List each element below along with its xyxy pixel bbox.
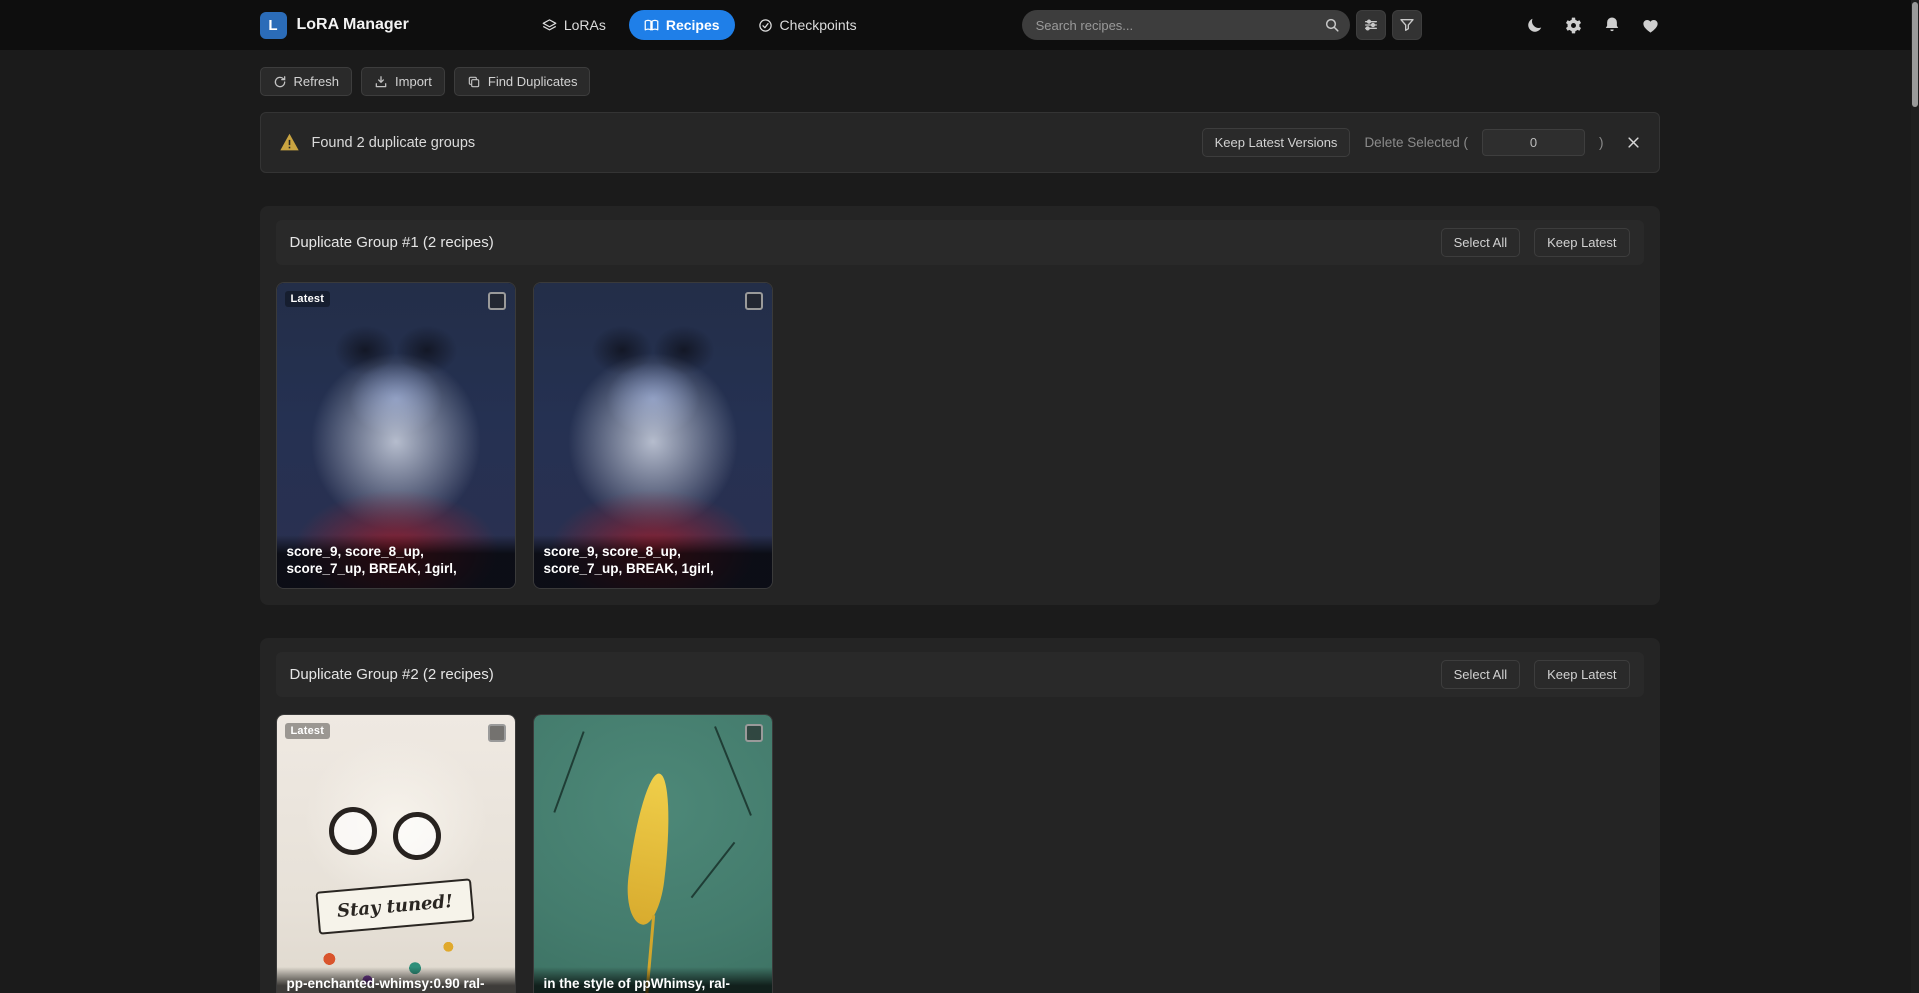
keep-latest-button[interactable]: Keep Latest [1534, 660, 1629, 689]
sort-options-button[interactable] [1356, 10, 1386, 40]
group-title: Duplicate Group #1 (2 recipes) [290, 234, 494, 251]
tab-label: Recipes [666, 17, 720, 33]
twig-shape [553, 731, 584, 812]
duplicates-banner: Found 2 duplicate groups Keep Latest Ver… [260, 112, 1660, 173]
tab-loras[interactable]: LoRAs [527, 10, 621, 40]
recipe-card[interactable]: score_9, score_8_up, score_7_up, BREAK, … [533, 282, 773, 589]
refresh-label: Refresh [294, 74, 340, 89]
group-title: Duplicate Group #2 (2 recipes) [290, 666, 494, 683]
favorites-button[interactable] [1641, 16, 1660, 35]
funnel-icon [1399, 17, 1415, 33]
recipe-preview-image [534, 715, 772, 993]
search-box [1022, 10, 1350, 40]
settings-button[interactable] [1564, 16, 1583, 35]
keep-latest-versions-button[interactable]: Keep Latest Versions [1202, 128, 1351, 157]
nav-actions [1525, 16, 1660, 35]
duplicate-group-1: Duplicate Group #1 (2 recipes) Select Al… [260, 206, 1660, 605]
gear-icon [1564, 16, 1583, 35]
select-all-button[interactable]: Select All [1441, 228, 1520, 257]
feather-shape [622, 771, 676, 926]
select-all-button[interactable]: Select All [1441, 660, 1520, 689]
latest-badge: Latest [285, 723, 331, 739]
sliders-icon [1363, 17, 1379, 33]
close-icon [1626, 135, 1641, 150]
latest-badge: Latest [285, 291, 331, 307]
banner-message: Found 2 duplicate groups [312, 135, 476, 151]
check-circle-icon [758, 18, 773, 33]
filter-button[interactable] [1392, 10, 1422, 40]
recipe-card[interactable]: in the style of ppWhimsy, ral-frctlgmtry… [533, 714, 773, 993]
book-icon [644, 18, 659, 33]
delete-selected-prefix: Delete Selected ( [1364, 135, 1468, 150]
tab-checkpoints[interactable]: Checkpoints [743, 10, 872, 40]
delete-selected-suffix: ) [1599, 135, 1604, 150]
copy-icon [467, 75, 481, 89]
import-icon [374, 75, 388, 89]
nav-tabs: LoRAs Recipes Checkpoints [527, 10, 872, 40]
tab-label: LoRAs [564, 17, 606, 33]
group-header: Duplicate Group #2 (2 recipes) Select Al… [276, 652, 1644, 697]
scrollbar[interactable] [1911, 0, 1919, 993]
recipe-caption: score_9, score_8_up, score_7_up, BREAK, … [277, 535, 515, 588]
toolbar: Refresh Import Find Duplicates [260, 67, 1660, 96]
keep-latest-button[interactable]: Keep Latest [1534, 228, 1629, 257]
tab-label: Checkpoints [780, 17, 857, 33]
search-icon[interactable] [1320, 14, 1344, 36]
recipe-caption: score_9, score_8_up, score_7_up, BREAK, … [534, 535, 772, 588]
heart-icon [1641, 16, 1660, 35]
group-header: Duplicate Group #1 (2 recipes) Select Al… [276, 220, 1644, 265]
theme-toggle-button[interactable] [1525, 16, 1544, 35]
close-banner-button[interactable] [1626, 135, 1641, 150]
find-duplicates-button[interactable]: Find Duplicates [454, 67, 591, 96]
recipe-caption: pp-enchanted-whimsy:0.90 ral-frctlgmtry_… [277, 967, 515, 993]
brand: L LoRA Manager [260, 12, 409, 39]
search-group [1022, 10, 1422, 40]
cat-glasses-shape [391, 810, 442, 861]
sign-text: Stay tuned! [315, 878, 474, 934]
recipe-card[interactable]: Stay tuned! Latest pp-enchanted-whimsy:0… [276, 714, 516, 993]
warning-icon [279, 132, 300, 153]
card-grid: Latest score_9, score_8_up, score_7_up, … [276, 282, 1644, 589]
bell-icon [1603, 16, 1621, 34]
scrollbar-thumb[interactable] [1912, 2, 1918, 107]
find-duplicates-label: Find Duplicates [488, 74, 578, 89]
card-checkbox[interactable] [745, 292, 763, 310]
navbar: L LoRA Manager LoRAs Recipes Checkpoi [0, 0, 1919, 50]
app-logo: L [260, 12, 287, 39]
moon-icon [1525, 16, 1544, 35]
import-label: Import [395, 74, 432, 89]
delete-selected-count-input[interactable] [1482, 129, 1585, 156]
layers-icon [542, 18, 557, 33]
refresh-icon [273, 75, 287, 89]
app-title: LoRA Manager [297, 16, 409, 34]
import-button[interactable]: Import [361, 67, 445, 96]
twig-shape [690, 842, 735, 898]
card-checkbox[interactable] [488, 724, 506, 742]
tab-recipes[interactable]: Recipes [629, 10, 735, 40]
card-checkbox[interactable] [488, 292, 506, 310]
notifications-button[interactable] [1603, 16, 1621, 34]
cat-glasses-shape [329, 807, 377, 855]
card-checkbox[interactable] [745, 724, 763, 742]
duplicate-group-2: Duplicate Group #2 (2 recipes) Select Al… [260, 638, 1660, 993]
recipe-caption: in the style of ppWhimsy, ral-frctlgmtry… [534, 967, 772, 993]
card-grid: Stay tuned! Latest pp-enchanted-whimsy:0… [276, 714, 1644, 993]
recipe-preview-image: Stay tuned! [277, 715, 515, 993]
recipe-card[interactable]: Latest score_9, score_8_up, score_7_up, … [276, 282, 516, 589]
search-input[interactable] [1022, 10, 1350, 40]
refresh-button[interactable]: Refresh [260, 67, 353, 96]
